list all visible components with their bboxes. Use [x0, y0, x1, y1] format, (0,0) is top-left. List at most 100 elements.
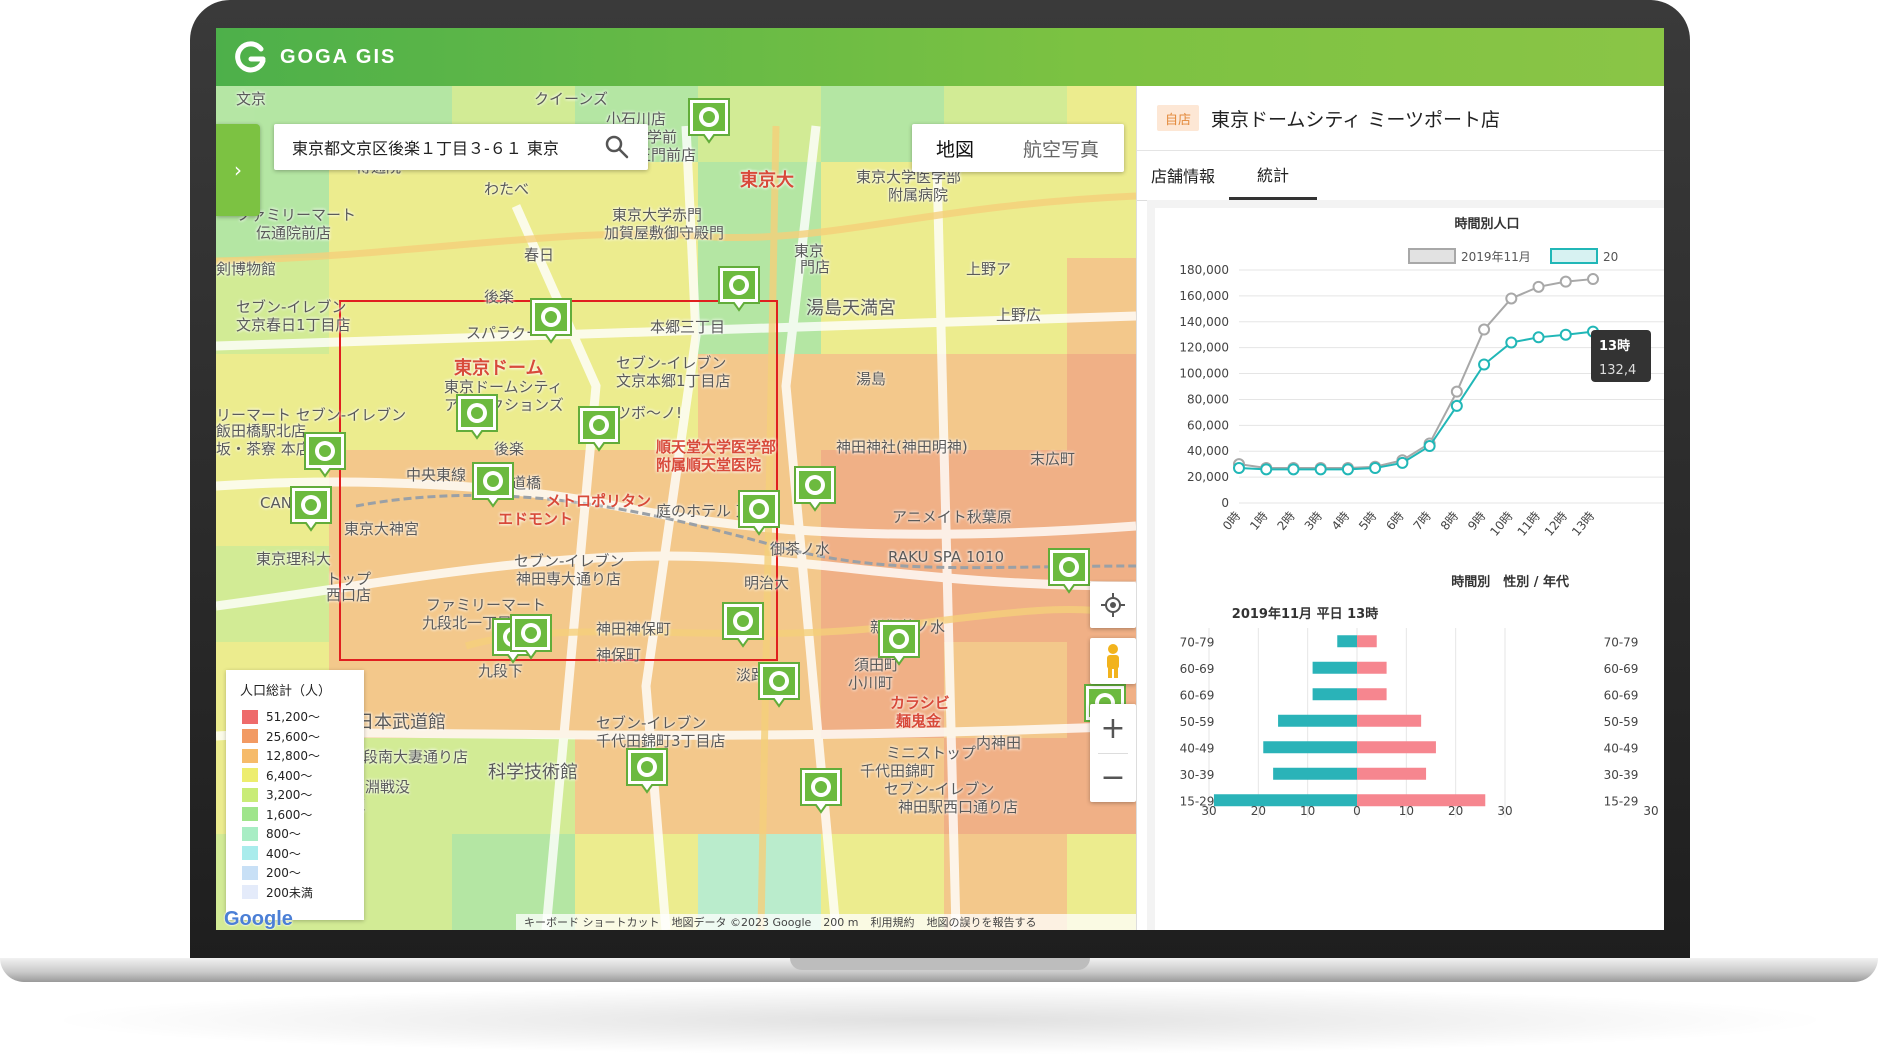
map-place-label: 文京本郷1丁目店 — [616, 372, 731, 390]
series-line — [1238, 330, 1594, 471]
chevron-right-icon: › — [234, 158, 242, 182]
data-point — [1314, 463, 1327, 476]
map-place-label: 附属病院 — [888, 186, 949, 204]
legend-row: 400～ — [242, 844, 364, 864]
map-type-satellite-button[interactable]: 航空写真 — [998, 124, 1124, 172]
x-tick-label: 7時 — [1411, 509, 1434, 533]
search-input[interactable]: 東京都文京区後楽１丁目３-６１ 東京 — [274, 124, 648, 170]
bar-chart-title: 時間別 性別 / 年代 — [1451, 574, 1569, 590]
data-point — [1287, 463, 1300, 476]
age-label-right: 40-49 — [1604, 741, 1639, 755]
store-pin-icon[interactable] — [288, 484, 334, 532]
female-bar — [1357, 794, 1486, 807]
age-label-left: 30-39 — [1180, 768, 1215, 782]
store-pin-icon[interactable] — [624, 746, 670, 794]
legend-label: 51,200～ — [266, 710, 320, 725]
map-place-label: 附属順天堂医院 — [656, 456, 762, 474]
map-place-label: クイーンズ — [534, 90, 608, 108]
zoom-in-button[interactable]: + — [1100, 705, 1125, 753]
population-legend: 人口総計（人） 51,200～ 25,600～ 12,800～ 6,400～ 3,200… — [226, 670, 364, 920]
search-input-value[interactable]: 東京都文京区後楽１丁目３-６１ 東京 — [292, 135, 604, 159]
age-label-left: 40-49 — [1180, 741, 1215, 755]
heatmap-cell — [575, 258, 698, 354]
zoom-out-button[interactable]: − — [1100, 754, 1125, 802]
keyboard-shortcuts-link[interactable]: キーボード ショートカット — [524, 914, 660, 930]
terms-link[interactable]: 利用規約 — [871, 914, 915, 930]
street-view-button[interactable] — [1090, 638, 1136, 684]
store-pin-icon[interactable] — [528, 296, 574, 344]
legend-swatch — [242, 807, 258, 822]
store-pin-icon[interactable] — [508, 612, 554, 660]
male-bar — [1273, 767, 1357, 780]
y-tick-label: 100,000 — [1179, 367, 1229, 381]
map-attribution: キーボード ショートカット 地図データ ©2023 Google 200 m 利… — [516, 914, 1136, 930]
map-place-label: 小川町 — [848, 674, 894, 692]
legend-label: 200未満 — [266, 885, 313, 900]
map-place-label: 坂・茶寮 本店 — [216, 440, 311, 458]
map-place-label: わたべ — [484, 180, 530, 198]
legend-swatch — [242, 748, 258, 763]
heatmap-cell — [944, 642, 1067, 738]
store-pin-icon[interactable] — [454, 392, 500, 440]
map-place-label: 神保町 — [596, 646, 642, 664]
x-tick-label: 10時 — [1487, 509, 1515, 539]
map-place-label: 麺鬼金 — [896, 712, 942, 730]
female-bar — [1357, 741, 1436, 754]
store-pin-icon[interactable] — [470, 460, 516, 508]
legend-label: 1,600～ — [266, 807, 313, 822]
store-pin-icon[interactable] — [686, 96, 732, 144]
store-pin-icon[interactable] — [720, 600, 766, 648]
store-pin-icon[interactable] — [1046, 546, 1092, 594]
crosshair-icon — [1101, 593, 1125, 617]
x-tick-label: 1時 — [1247, 509, 1270, 533]
x-tick-label: 20 — [1251, 804, 1266, 818]
store-pin-icon[interactable] — [876, 618, 922, 666]
map-place-label: 科学技術館 — [488, 762, 578, 783]
x-tick-label: 30 — [1201, 804, 1216, 818]
map-type-toggle: 地図 航空写真 — [912, 124, 1124, 172]
tab-store-info[interactable]: 店舗情報 — [1137, 150, 1229, 200]
data-point — [1559, 275, 1572, 288]
x-tick-label: 10 — [1399, 804, 1414, 818]
y-tick-label: 80,000 — [1187, 392, 1229, 406]
legend-row: 51,200～ — [242, 707, 364, 727]
legend-label: 6,400～ — [266, 768, 313, 783]
map-place-label: エドモント — [498, 510, 574, 528]
legend-label: 25,600～ — [266, 729, 320, 744]
age-label-right: 60-69 — [1604, 662, 1639, 676]
map-place-label: 東京大神宮 — [344, 520, 420, 538]
laptop-notch — [790, 958, 1090, 970]
map-place-label: 文京春日1丁目店 — [236, 316, 351, 334]
heatmap-cell — [1067, 162, 1136, 258]
legend-row: 12,800～ — [242, 746, 364, 766]
legend-swatch — [242, 768, 258, 783]
legend-row: 800～ — [242, 824, 364, 844]
female-bar — [1357, 661, 1387, 674]
store-pin-icon[interactable] — [792, 464, 838, 512]
y-tick-label: 60,000 — [1187, 418, 1229, 432]
legend-title: 人口総計（人） — [240, 684, 332, 699]
search-icon[interactable] — [604, 134, 630, 160]
map-view[interactable]: 文京クイーンズ小石川店東京大学前東大正門前店傳通院わたべ東京大東京大学医学部附属… — [216, 86, 1136, 930]
store-pin-icon[interactable] — [716, 264, 762, 312]
report-error-link[interactable]: 地図の誤りを報告する — [927, 914, 1037, 930]
sidebar-toggle-button[interactable]: › — [216, 124, 260, 216]
map-type-map-button[interactable]: 地図 — [912, 124, 998, 172]
tab-statistics[interactable]: 統計 — [1229, 150, 1317, 200]
map-place-label: 上野広 — [996, 306, 1042, 324]
store-pin-icon[interactable] — [756, 660, 802, 708]
store-pin-icon[interactable] — [736, 488, 782, 536]
my-location-button[interactable] — [1090, 582, 1136, 628]
map-place-label: 後楽 — [494, 440, 525, 458]
store-pin-icon[interactable] — [302, 430, 348, 478]
legend-swatch — [242, 787, 258, 802]
legend-swatch — [242, 865, 258, 880]
map-place-label: 湯島天満宮 — [806, 298, 896, 319]
female-bar — [1357, 635, 1377, 648]
legend-label: 3,200～ — [266, 788, 313, 803]
age-label-right: 50-59 — [1604, 715, 1639, 729]
store-pin-icon[interactable] — [576, 404, 622, 452]
store-pin-icon[interactable] — [798, 766, 844, 814]
x-tick-label: 9時 — [1465, 509, 1488, 533]
map-place-label: 文京 — [236, 90, 267, 108]
